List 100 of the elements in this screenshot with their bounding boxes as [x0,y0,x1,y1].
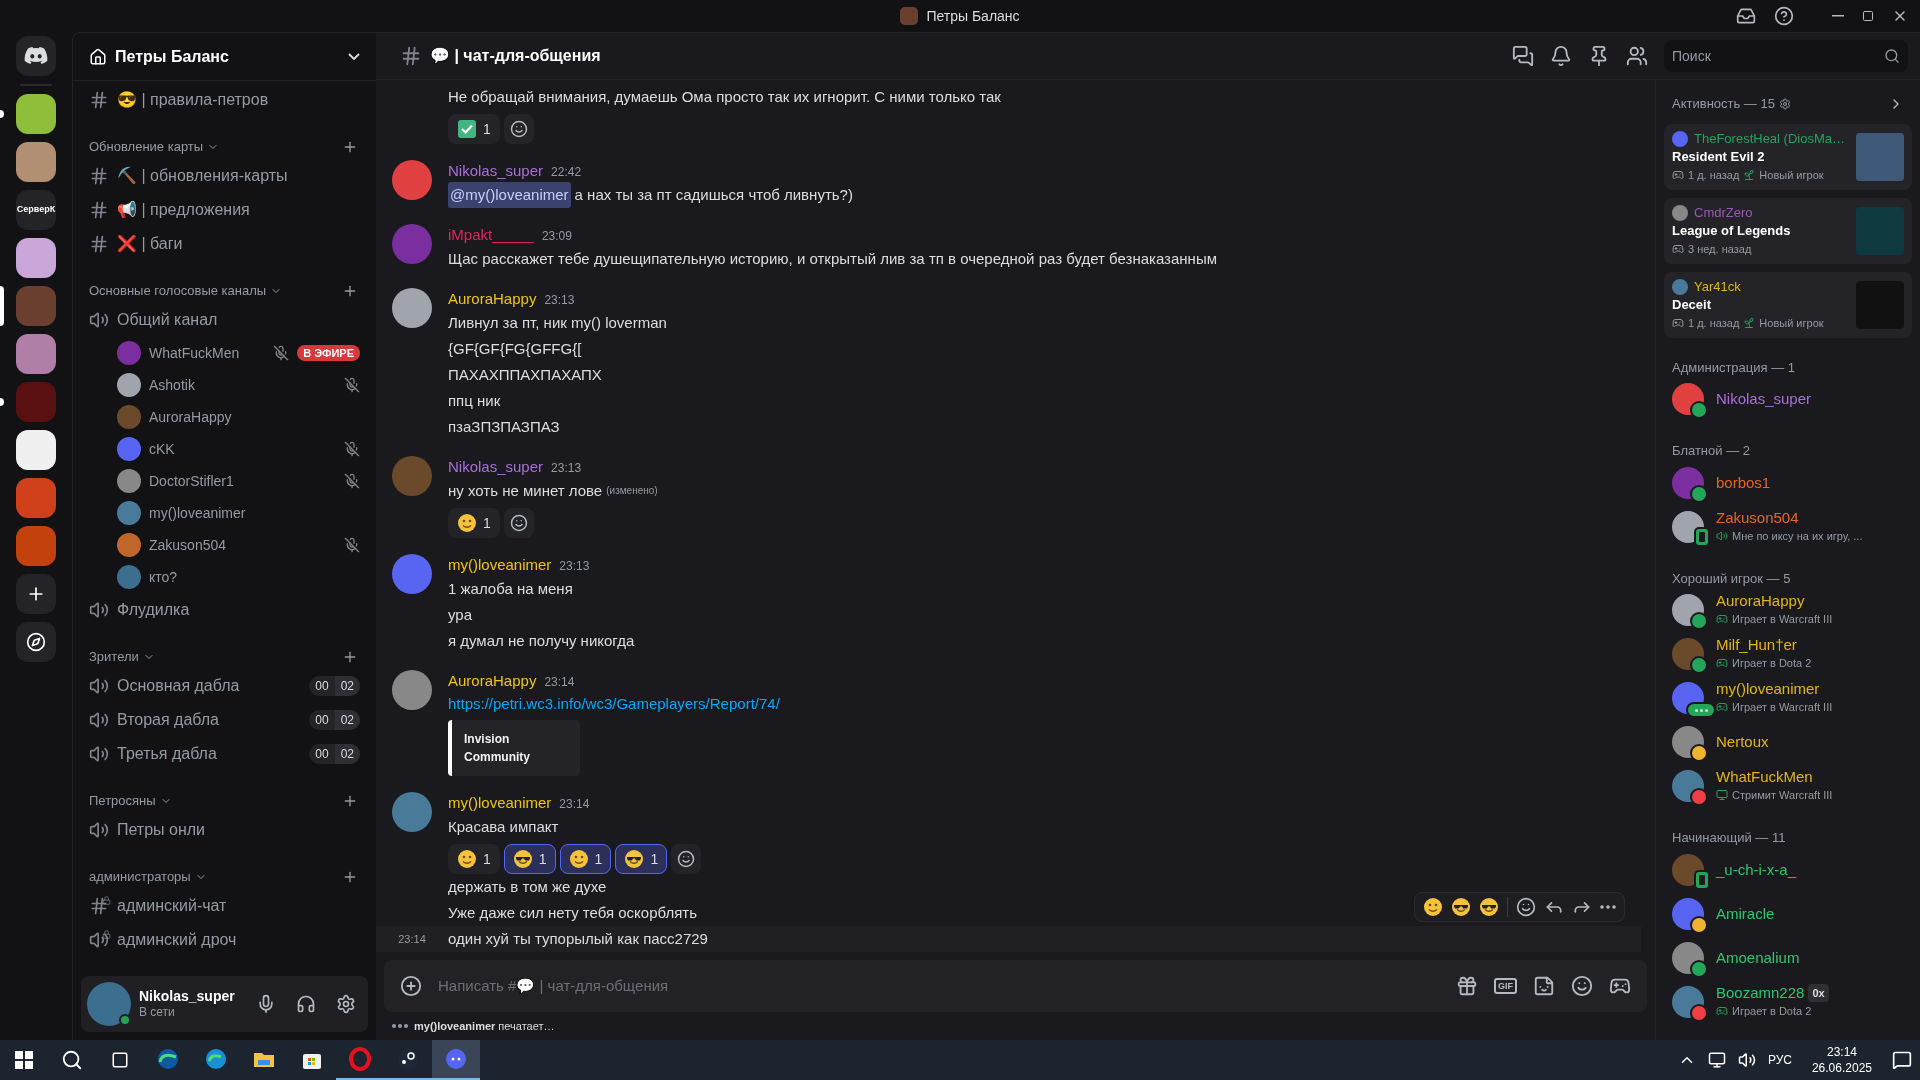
message-input[interactable]: Написать #💬 | чат-для-общения [438,974,1440,998]
reaction-button[interactable]: 1 [559,844,612,874]
gamepad-icon [1716,657,1728,669]
activity-time: 1 д. назад [1688,167,1740,183]
server-icon[interactable] [16,334,56,374]
server-icon[interactable] [16,142,56,182]
voice-user-avatar [117,373,141,397]
bell-icon [1550,45,1572,67]
speaker-icon [89,676,109,696]
author-name[interactable]: AuroraHappy [448,288,537,311]
server-icon[interactable] [16,238,56,278]
user-status: В сети [139,1004,176,1020]
message-text: Щас расскажет тебе душещипательную историю, и открытый лив за тп в очередной раз будет безнаказанным [448,249,1217,269]
member-name[interactable]: Nertoux [1716,733,1769,751]
activity-card[interactable]: Yar41ck Deceit 1 д. назад Новый игрок [1664,271,1912,338]
category-title[interactable]: администраторы [89,867,191,887]
author-name[interactable]: my()loveanimer [448,792,552,815]
voice-user-name[interactable]: кто? [149,566,360,588]
member-name[interactable]: my()loveanimer [1716,680,1820,698]
role-group-title: Хороший игрок — 5 [1671,569,1792,588]
language-indicator[interactable]: РУС [1767,1051,1792,1069]
voice-user-name[interactable]: WhatFuckMen [149,342,266,364]
author-name[interactable]: Nikolas_super [448,456,544,479]
reaction-button[interactable]: 1 [615,844,668,874]
channel-name[interactable]: админский-чат [117,894,360,918]
chevron-down-icon[interactable] [348,53,360,60]
channel-name[interactable]: Общий канал [117,308,360,332]
mention-link[interactable]: @my()loveanimer [448,182,571,208]
author-name[interactable]: AuroraHappy [448,670,537,693]
author-name[interactable]: my()loveanimer [448,554,552,577]
typing-dots-icon [392,1024,408,1028]
add-reaction-button[interactable] [503,508,534,538]
member-name[interactable]: Amiracle [1716,904,1775,923]
add-reaction-button[interactable] [671,844,702,874]
activity-card[interactable]: TheForestHeal (DiosMa… Resident Evil 2 1 д. назад Новый игрок [1664,123,1912,190]
category-title[interactable]: Обновление карты [89,137,204,157]
member-name[interactable]: Milf_Hun†er [1716,636,1797,654]
minimize-icon[interactable] [1832,15,1844,17]
threads-icon [1512,45,1534,67]
gif-button[interactable]: GIF [1494,978,1517,994]
channel-name[interactable]: 😎 | правила-петров [117,88,360,112]
user-avatar [392,554,432,594]
user-name: Nikolas_super [139,988,236,1004]
channel-name[interactable]: Вторая дабла [117,708,302,732]
channel-name[interactable]: Флудилка [117,598,360,622]
smiling-face-icon [457,513,477,533]
monitor-icon [1716,789,1728,801]
category-title[interactable]: Зрители [89,647,139,667]
message-composer[interactable]: Написать #💬 | чат-для-общения GIF [384,960,1647,1012]
channel-name[interactable]: ⛏ | обновления-карты [117,164,360,188]
headphones-icon [296,994,316,1014]
category-title[interactable]: Петросяны [89,791,156,811]
reaction-button[interactable]: 1 [448,844,500,874]
member-name[interactable]: Zakuson504 [1716,508,1799,527]
clock-time[interactable]: 23:14 [1826,1044,1857,1060]
member-name[interactable]: borbos1 [1716,473,1771,492]
hash-icon [89,200,109,220]
channel-name[interactable]: Третья дабла [117,742,302,766]
voice-user-name[interactable]: Zakuson504 [149,534,336,556]
reaction-button[interactable]: 1 [448,508,500,538]
activity-card[interactable]: CmdrZero League of Legends 3 нед. назад [1664,197,1912,264]
user-avatar [392,224,432,264]
add-server-button[interactable] [16,574,56,614]
voice-user-name[interactable]: my()loveanimer [149,502,360,524]
server-icon[interactable]: СерверК [16,190,56,230]
search-field[interactable]: Поиск [1664,40,1908,72]
channel-name[interactable]: админский дроч [117,928,360,952]
message-text: 1 жалоба на меня [448,579,573,599]
add-reaction-button[interactable] [503,114,534,144]
reaction-button[interactable]: 1 [448,114,500,144]
channel-name[interactable]: Основная дабла [117,674,302,698]
user-avatar [392,456,432,496]
message-link[interactable]: https://petri.wc3.info/wc3/Gameplayers/Report/74/ [448,692,1625,716]
member-name[interactable]: _u-ch-i-x-a_ [1716,860,1797,879]
message-text: Ливнул за пт, ник my() loverman [448,313,667,333]
server-icon[interactable] [16,430,56,470]
clock-date[interactable]: 26.06.2025 [1811,1060,1872,1076]
voice-user-name[interactable]: DoctorStifler1 [149,470,336,492]
member-name[interactable]: WhatFuckMen [1716,768,1813,786]
server-name[interactable]: Петры Баланс [115,44,340,69]
member-name[interactable]: Amoenalium [1716,948,1800,967]
user-avatar [392,160,432,200]
member-name[interactable]: Nikolas_super [1716,390,1812,408]
discover-button[interactable] [16,622,56,662]
server-icon[interactable] [16,94,56,134]
member-name[interactable]: AuroraHappy [1716,592,1805,610]
member-name[interactable]: Boozamn228 [1716,983,1805,1002]
channel-name[interactable]: 📢 | предложения [117,198,360,222]
category-title[interactable]: Основные голосовые каналы [89,281,267,301]
channel-name[interactable]: ❌ | баги [117,232,360,256]
reaction-button[interactable]: 1 [503,844,556,874]
author-name[interactable]: iMpakt_____ [448,224,534,247]
more-icon[interactable] [1600,905,1616,909]
voice-user-name[interactable]: Ashotik [149,374,336,396]
voice-user-name[interactable]: cKK [149,438,336,460]
direct-messages-button[interactable] [16,36,56,76]
message-time: 23:14 [559,796,590,813]
voice-user-name[interactable]: AuroraHappy [149,406,360,428]
channel-name[interactable]: Петры онли [117,818,360,842]
author-name[interactable]: Nikolas_super [448,160,544,183]
